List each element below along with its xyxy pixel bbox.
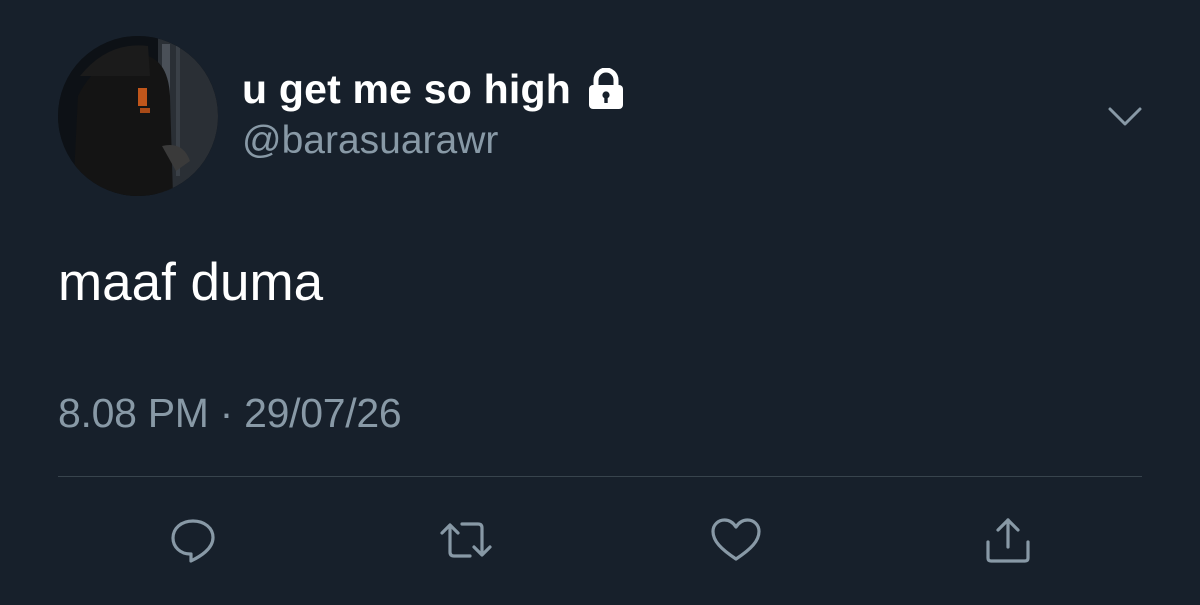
lock-icon <box>583 67 629 110</box>
share-button[interactable] <box>978 510 1038 570</box>
tweet-timestamp[interactable]: 8.08 PM · 29/07/26 <box>58 390 402 437</box>
avatar[interactable] <box>58 36 218 196</box>
divider <box>58 476 1142 477</box>
retweet-button[interactable] <box>436 510 496 570</box>
heart-icon <box>711 518 761 561</box>
reply-button[interactable] <box>163 510 223 570</box>
chevron-down-icon[interactable] <box>1102 97 1148 137</box>
display-name-row: u get me so high <box>242 62 629 116</box>
tweet-detail: u get me so high @barasuarawr maaf duma … <box>0 0 1200 605</box>
share-icon <box>986 518 1030 563</box>
display-name[interactable]: u get me so high <box>242 66 571 113</box>
user-handle[interactable]: @barasuarawr <box>242 119 498 163</box>
tweet-text: maaf duma <box>58 253 324 312</box>
reply-icon <box>171 519 215 563</box>
retweet-icon <box>440 522 492 558</box>
like-button[interactable] <box>706 510 766 570</box>
avatar-image <box>58 36 218 196</box>
